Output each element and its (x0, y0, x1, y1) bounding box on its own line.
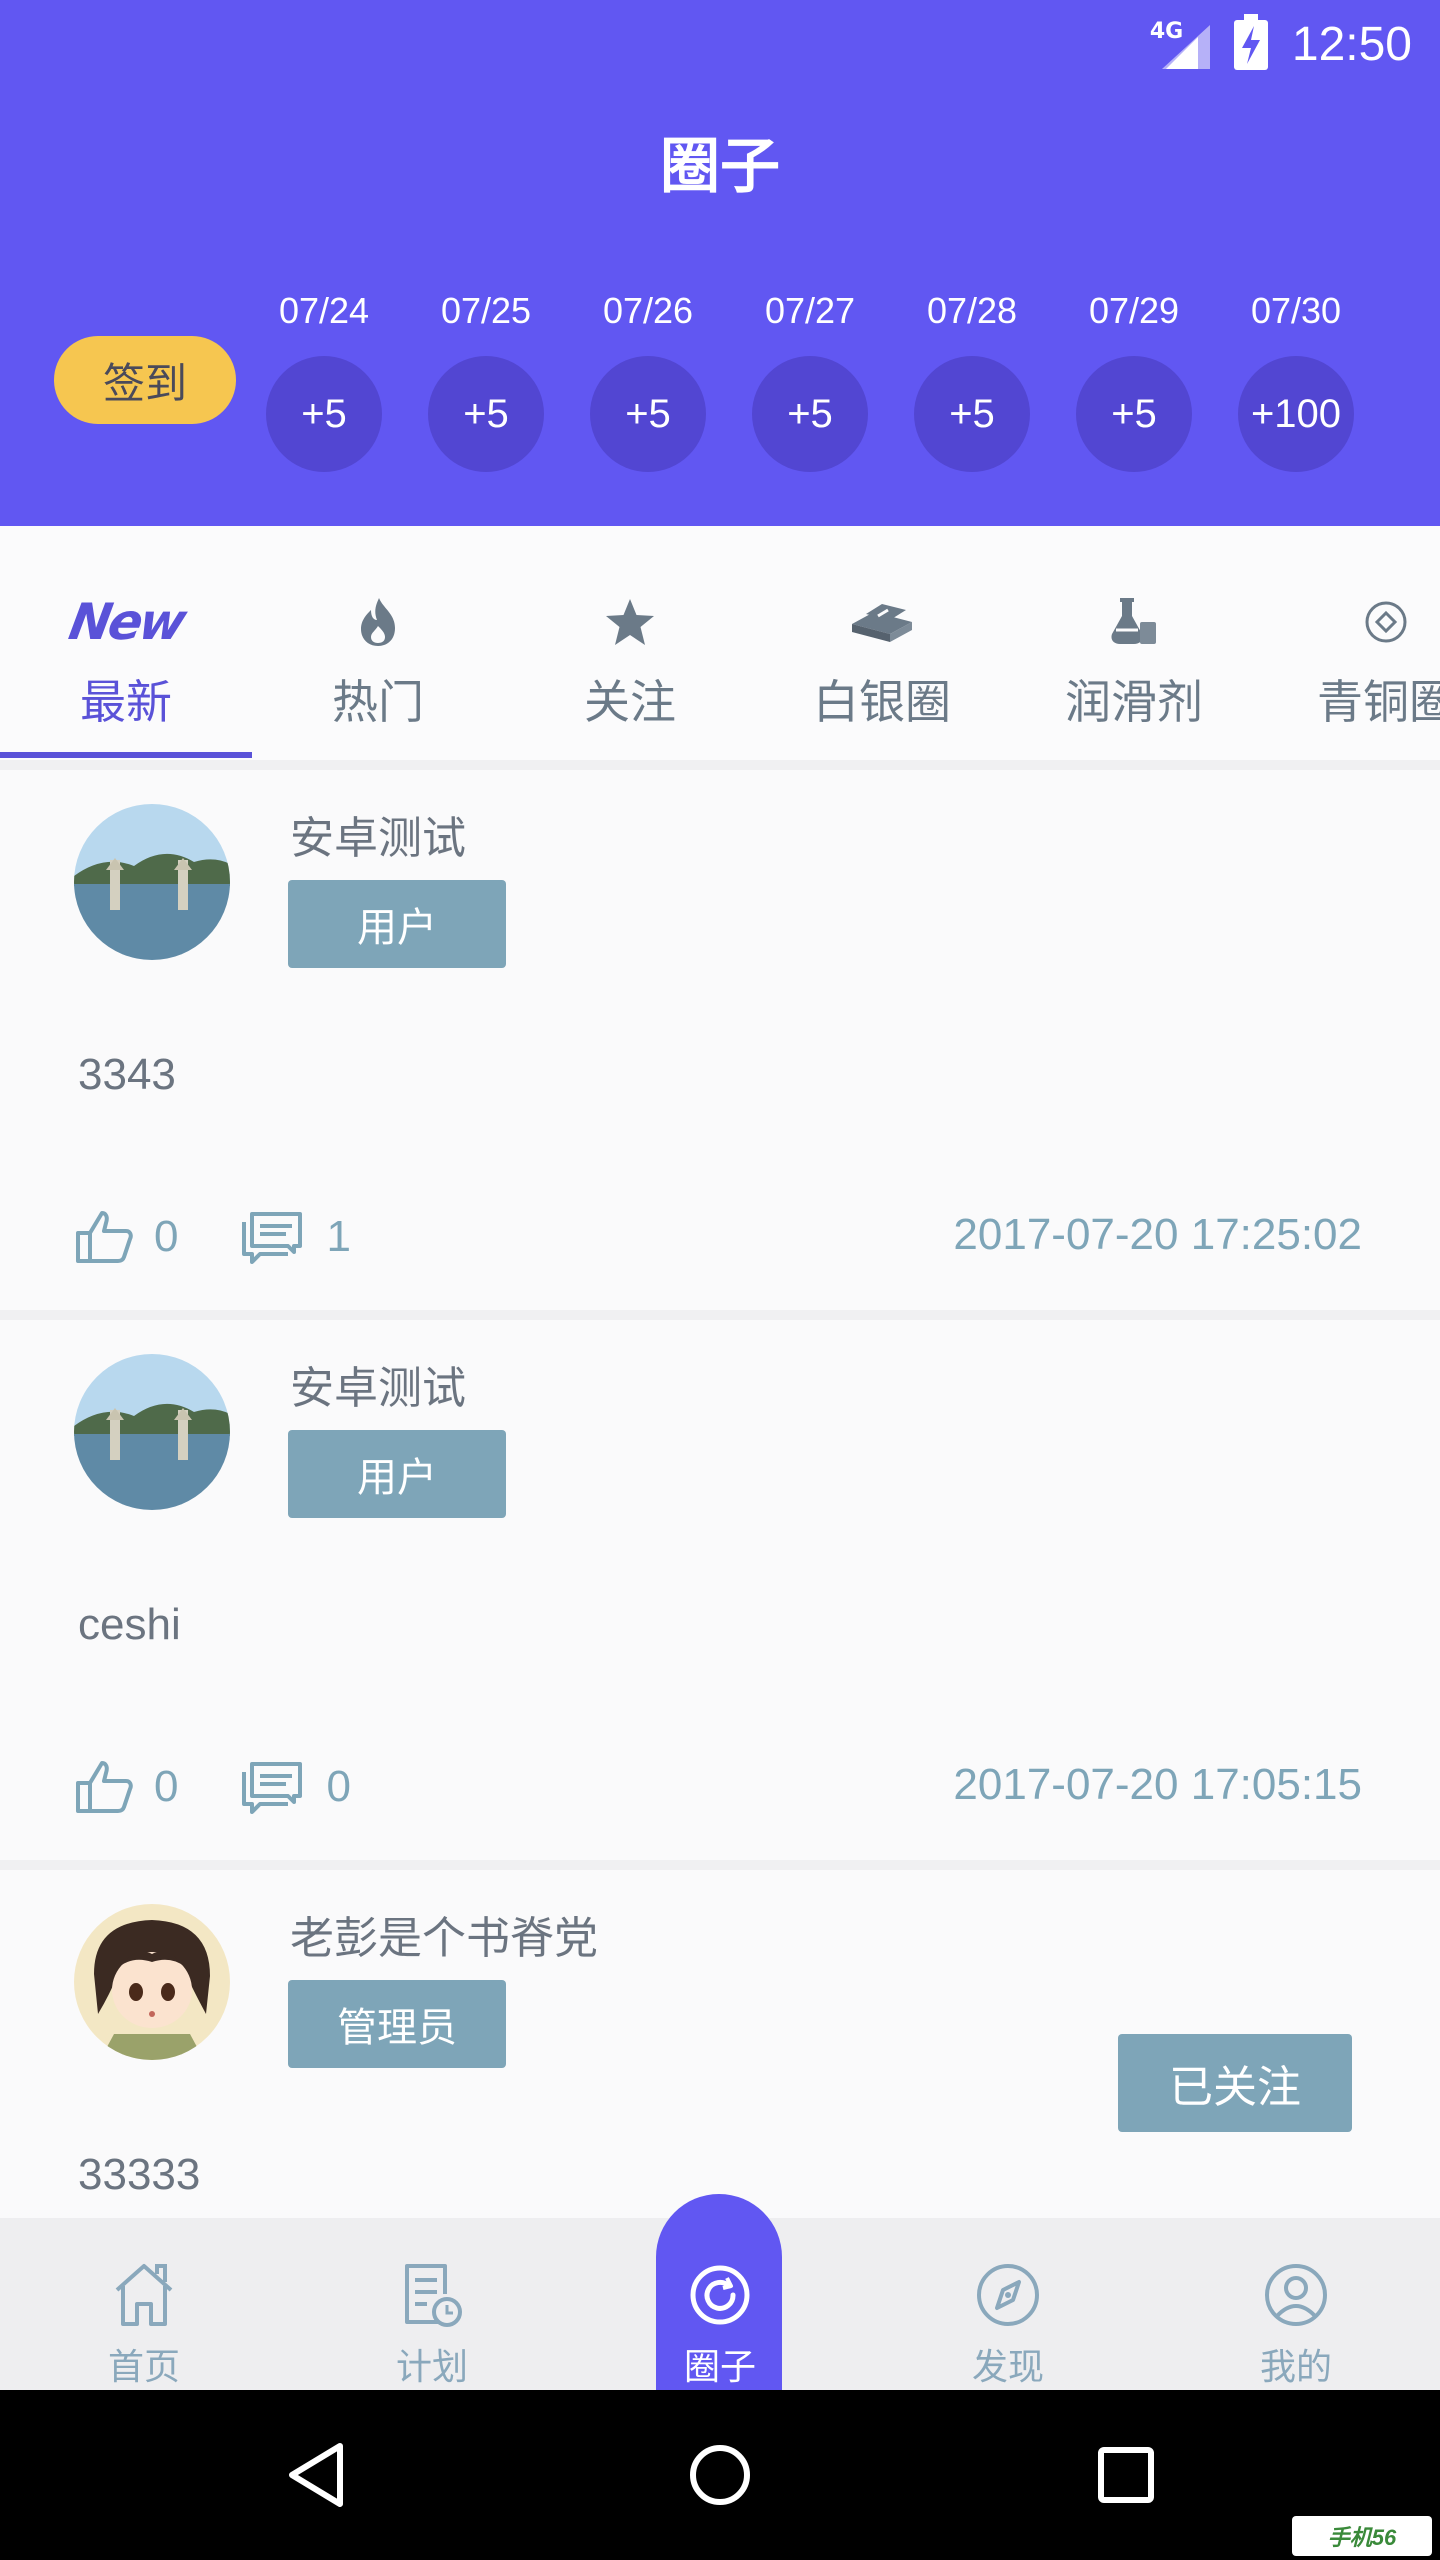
checkin-points: +5 (590, 356, 706, 472)
compass-icon (977, 2264, 1039, 2326)
profile-icon (1265, 2264, 1327, 2326)
system-nav-bar: 手机56 (0, 2390, 1440, 2560)
circle-icon (690, 2265, 750, 2325)
comment-count: 1 (326, 1212, 351, 1261)
checkin-points: +5 (428, 356, 544, 472)
nav-label: 我的 (1259, 2347, 1332, 2388)
checkin-day: 07/27 +5 (750, 286, 870, 472)
checkin-day: 07/26 +5 (588, 286, 708, 472)
signal-icon: 4G (1150, 19, 1210, 69)
tab-silver[interactable]: 白银圈 (756, 526, 1008, 760)
checkin-date: 07/25 (440, 290, 532, 331)
star-icon (606, 599, 654, 645)
recents-icon (1098, 2447, 1154, 2503)
status-bar: 4G 12:50 (1150, 14, 1412, 74)
role-badge: 用户 (288, 880, 506, 968)
tab-hot[interactable]: 热门 (252, 526, 504, 760)
thumbs-up-icon[interactable] (74, 1209, 134, 1265)
follow-button[interactable]: 已关注 (1118, 2034, 1352, 2132)
comment-icon[interactable] (238, 1758, 306, 1816)
nav-circle[interactable]: 圈子 (576, 2218, 864, 2390)
checkin-day: 07/25 +5 (426, 286, 546, 472)
post-actions: 0 1 (74, 1202, 351, 1272)
checkin-date: 07/27 (764, 290, 856, 331)
back-button[interactable] (236, 2390, 396, 2560)
post-card[interactable]: 安卓测试 用户 3343 0 1 2017-07-20 17:25:02 (0, 770, 1440, 1310)
flask-icon (1111, 598, 1156, 644)
post-actions: 0 0 (74, 1752, 351, 1822)
checkin-points: +5 (752, 356, 868, 472)
nav-discover[interactable]: 发现 (864, 2218, 1152, 2390)
post-card[interactable]: 安卓测试 用户 ceshi 0 0 2017-07-20 17:05:15 (0, 1320, 1440, 1860)
battery-charging-icon (1233, 14, 1268, 74)
checkin-day: 07/28 +5 (912, 286, 1032, 472)
avatar[interactable] (74, 1904, 230, 2060)
checkin-points: +5 (1076, 356, 1192, 472)
status-time: 12:50 (1291, 17, 1412, 71)
tab-label: 青铜圈 (1317, 675, 1440, 729)
post-time: 2017-07-20 17:25:02 (953, 1210, 1362, 1259)
tab-label: 最新 (80, 675, 172, 729)
avatar[interactable] (74, 804, 230, 960)
checkin-day: 07/29 +5 (1074, 286, 1194, 472)
comment-icon[interactable] (238, 1208, 306, 1266)
author-name[interactable]: 老彭是个书脊党 (290, 1902, 598, 1966)
coin-icon (1365, 601, 1407, 643)
nav-label: 发现 (971, 2347, 1044, 2388)
nav-home[interactable]: 首页 (0, 2218, 288, 2390)
checkin-date: 07/26 (602, 290, 694, 331)
role-badge: 管理员 (288, 1980, 506, 2068)
home-button[interactable] (640, 2390, 800, 2560)
tab-following[interactable]: 关注 (504, 526, 756, 760)
comment-count: 0 (326, 1762, 351, 1811)
tab-indicator (0, 752, 252, 758)
header: 4G 12:50 圈子 签到 07/24 +5 07/25 +5 07/26 +… (0, 0, 1440, 526)
like-count: 0 (154, 1212, 179, 1261)
role-badge: 用户 (288, 1430, 506, 1518)
avatar[interactable] (74, 1354, 230, 1510)
tab-label: 白银圈 (813, 675, 951, 729)
plan-icon (405, 2264, 462, 2327)
checkin-day: 07/30 +100 (1236, 286, 1356, 472)
checkin-day: 07/24 +5 (264, 286, 384, 472)
checkin-points: +5 (914, 356, 1030, 472)
page-title: 圈子 (660, 132, 780, 202)
back-icon (289, 2443, 343, 2507)
flame-icon (361, 598, 395, 646)
post-content[interactable]: ceshi (78, 1600, 181, 1650)
tab-label: 润滑剂 (1065, 675, 1203, 729)
checkin-date: 07/30 (1250, 290, 1342, 331)
tab-label: 热门 (332, 675, 424, 729)
nav-profile[interactable]: 我的 (1152, 2218, 1440, 2390)
new-icon: New (64, 593, 188, 651)
thumbs-up-icon[interactable] (74, 1759, 134, 1815)
post-content[interactable]: 3343 (78, 1050, 176, 1100)
home-circle-icon (690, 2445, 750, 2505)
silver-bars-icon (852, 604, 912, 642)
like-count: 0 (154, 1762, 179, 1811)
tab-bronze[interactable]: 青铜圈 (1260, 526, 1440, 760)
home-icon (115, 2264, 173, 2326)
checkin-points: +5 (266, 356, 382, 472)
checkin-date: 07/29 (1088, 290, 1180, 331)
checkin-date: 07/28 (926, 290, 1018, 331)
post-time: 2017-07-20 17:05:15 (953, 1760, 1362, 1809)
post-content[interactable]: 33333 (78, 2150, 200, 2200)
tab-latest[interactable]: New 最新 (0, 526, 252, 760)
author-name[interactable]: 安卓测试 (290, 1352, 466, 1416)
category-tabs: New 最新 热门 关注 白银圈 润滑剂 青铜圈 (0, 526, 1440, 760)
recents-button[interactable] (1046, 2390, 1206, 2560)
checkin-date: 07/24 (278, 290, 370, 331)
tab-lubricant[interactable]: 润滑剂 (1008, 526, 1260, 760)
checkin-points: +100 (1238, 356, 1354, 472)
nav-plan[interactable]: 计划 (288, 2218, 576, 2390)
author-name[interactable]: 安卓测试 (290, 802, 466, 866)
nav-label: 计划 (395, 2347, 468, 2388)
nav-label: 首页 (107, 2347, 180, 2388)
tab-label: 关注 (584, 675, 676, 729)
nav-label: 圈子 (683, 2347, 756, 2388)
watermark: 手机56 (1292, 2516, 1432, 2556)
checkin-button[interactable]: 签到 (54, 336, 236, 424)
